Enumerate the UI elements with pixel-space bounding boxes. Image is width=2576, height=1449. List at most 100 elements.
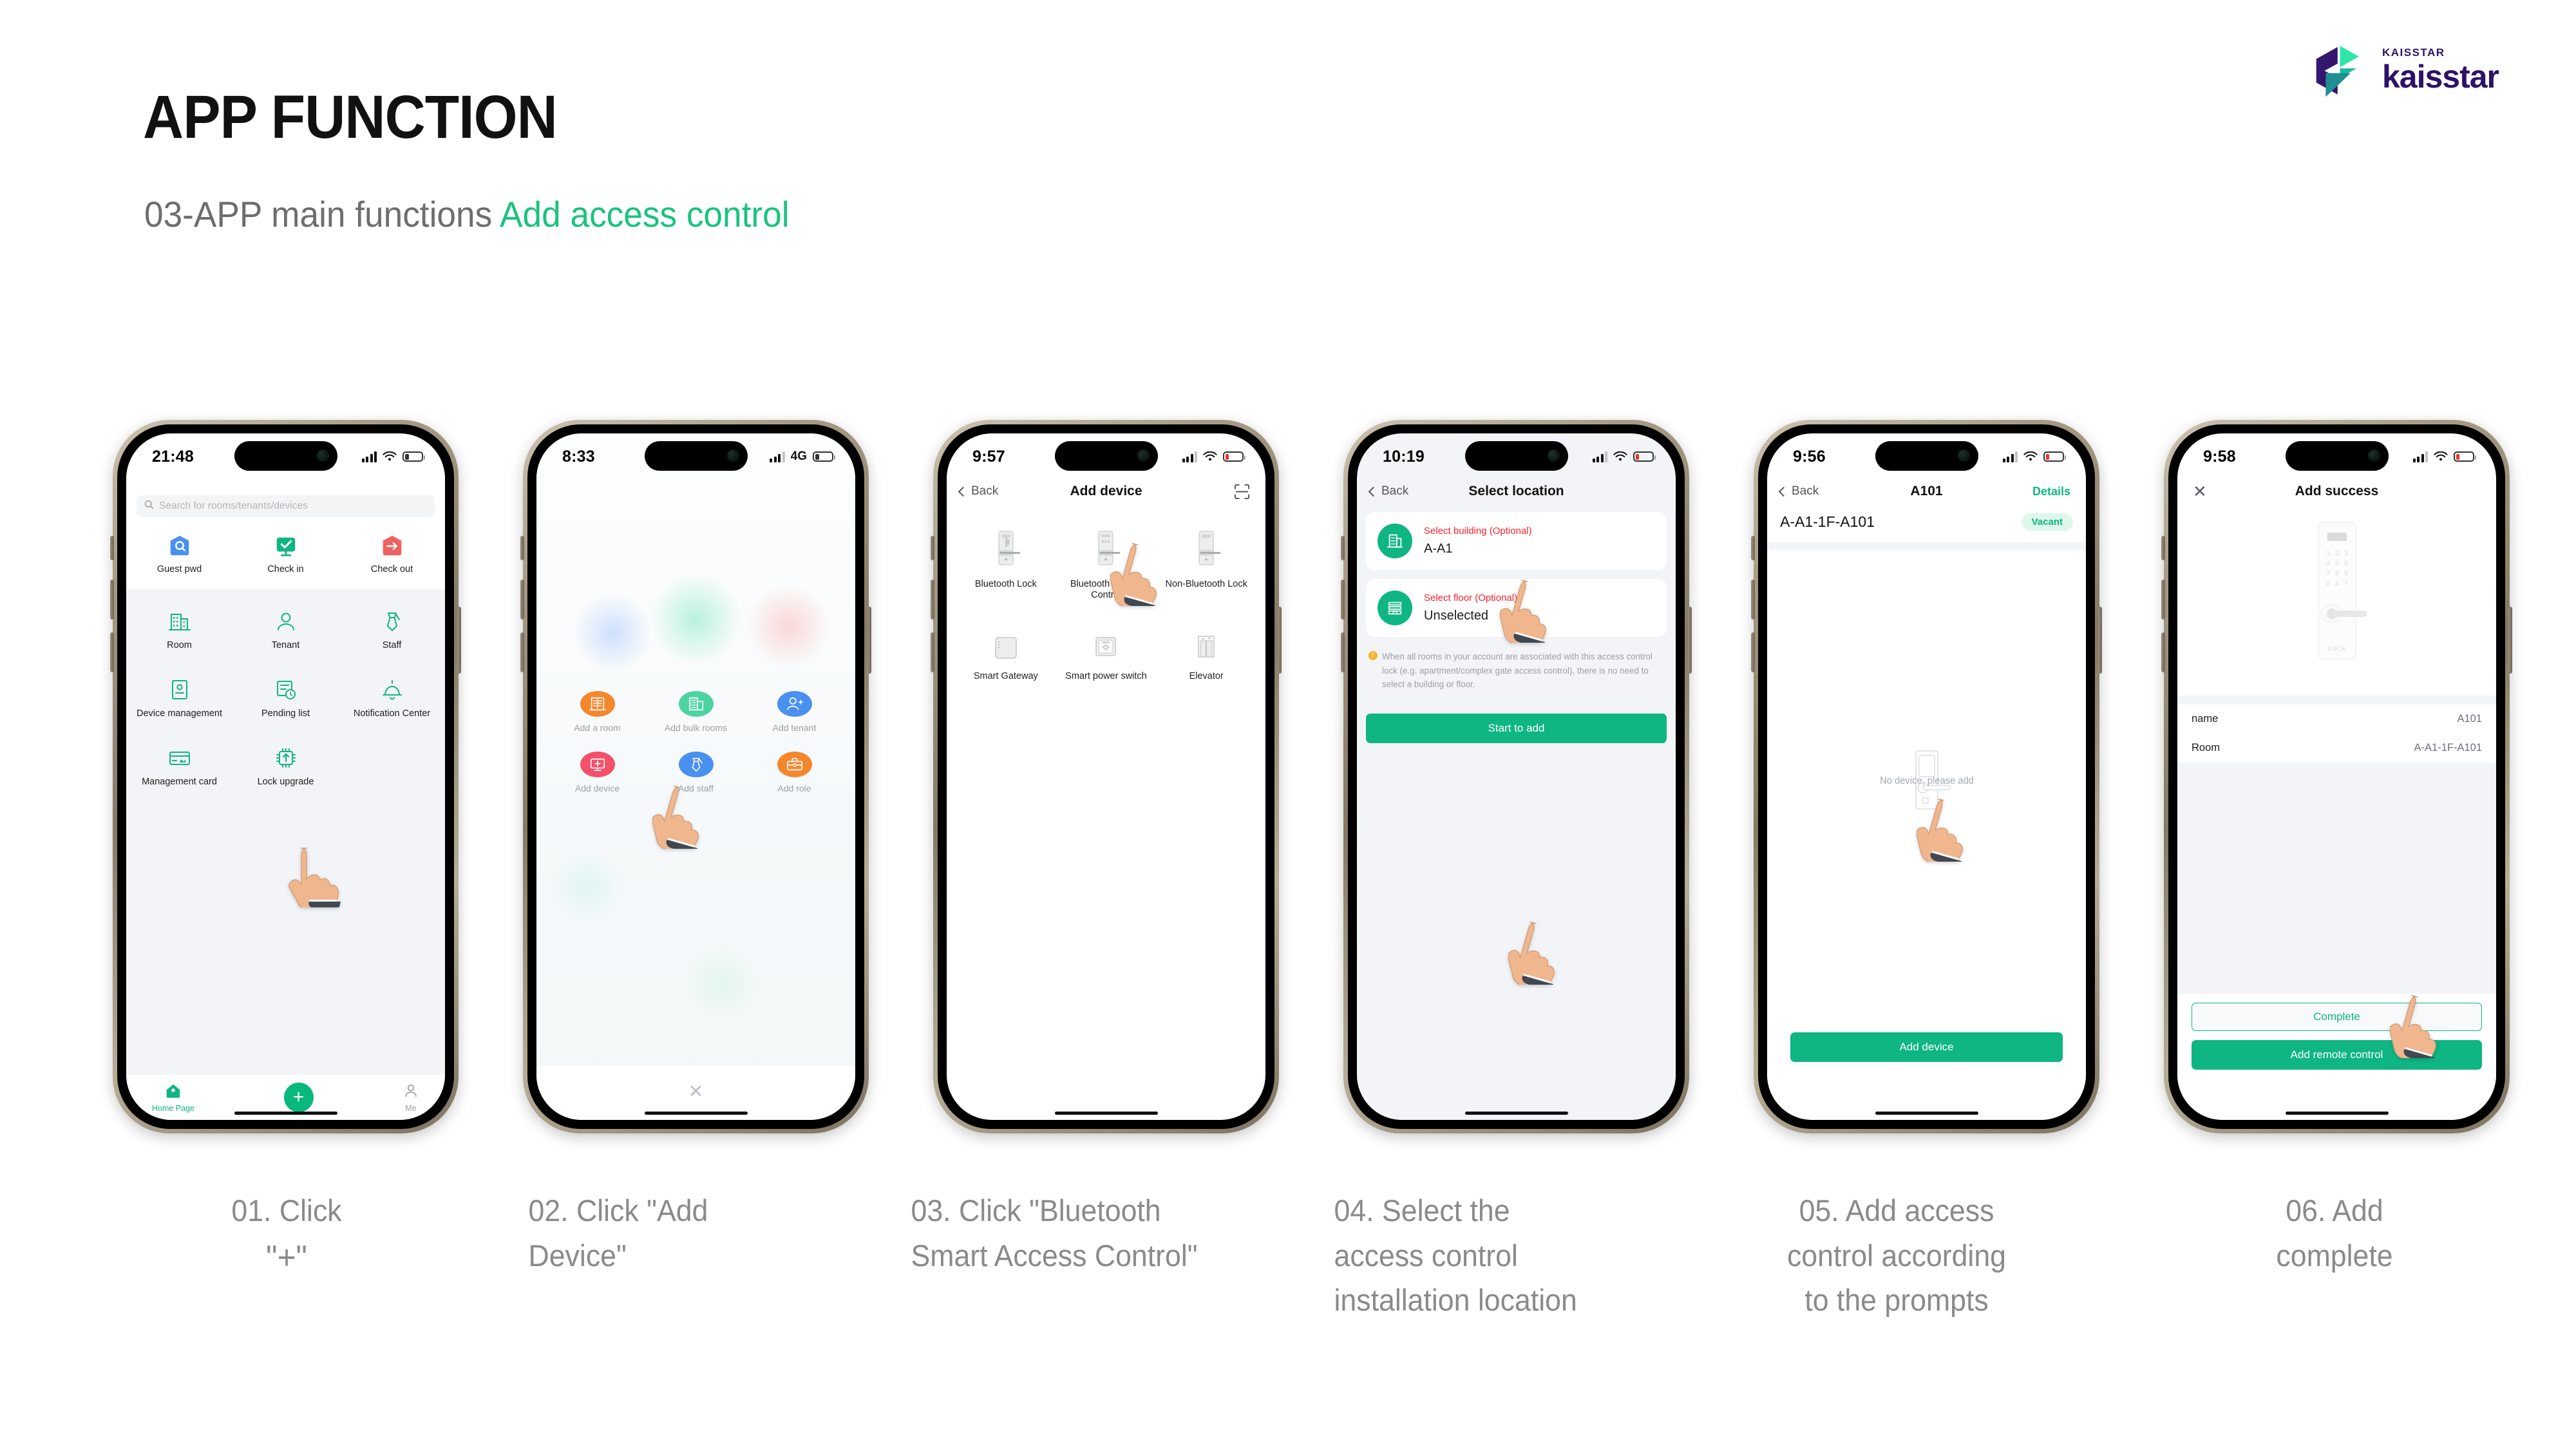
battery-icon (2454, 451, 2476, 462)
dynamic-island (1464, 441, 1568, 471)
battery-icon (402, 451, 425, 462)
svg-text:LOCK: LOCK (2327, 645, 2346, 652)
nav-bar-4: Back Select location (1357, 473, 1676, 503)
info-note: ! When all rooms in your account are ass… (1366, 646, 1667, 692)
add-device-button[interactable]: Add device (1790, 1032, 2063, 1062)
power-button[interactable] (1688, 607, 1692, 674)
volume-down-button[interactable] (520, 632, 524, 672)
select-location-body: Select building (Optional) A-A1 Select f… (1357, 503, 1676, 1086)
device-non-bluetooth-lock[interactable]: Non-Bluetooth Lock (1156, 530, 1256, 601)
volume-down-button[interactable] (2161, 632, 2165, 672)
volume-up-button[interactable] (1751, 580, 1755, 620)
chevron-left-icon (958, 486, 969, 497)
power-button[interactable] (457, 607, 461, 674)
home-icon (165, 1082, 182, 1102)
user-plus-icon (777, 691, 812, 717)
power-button[interactable] (2098, 607, 2102, 674)
add-fab-button[interactable]: + (283, 1083, 314, 1112)
volume-down-button[interactable] (1341, 632, 1345, 672)
back-button[interactable]: Back (958, 484, 998, 498)
close-sheet-bar: ✕ (536, 1066, 855, 1120)
volume-up-button[interactable] (931, 580, 934, 620)
menu-item-device-management[interactable]: Device management (126, 677, 232, 719)
silent-switch[interactable] (520, 536, 524, 560)
caption-line: "+" (266, 1238, 307, 1276)
back-label: Back (1381, 484, 1409, 498)
quick-action-check-in[interactable]: Check in (232, 534, 339, 575)
building-icon (167, 609, 193, 634)
menu-item-staff[interactable]: Staff (339, 609, 445, 651)
volume-down-button[interactable] (1751, 632, 1755, 672)
back-button[interactable]: Back (1368, 484, 1409, 498)
cellular-icon (2412, 451, 2428, 462)
action-add-tenant[interactable]: Add tenant (745, 691, 844, 734)
menu-item-notification-center[interactable]: Notification Center (339, 677, 445, 719)
action-add-bulk-rooms[interactable]: Add bulk rooms (647, 691, 745, 734)
caption-line: 01. Click (231, 1193, 342, 1227)
tab-me[interactable]: Me (402, 1082, 419, 1113)
search-input[interactable]: Search for rooms/tenants/devices (137, 495, 435, 517)
silent-switch[interactable] (1341, 536, 1345, 560)
silent-switch[interactable] (2161, 536, 2165, 560)
add-remote-control-button[interactable]: Add remote control (2192, 1040, 2482, 1070)
silent-switch[interactable] (110, 536, 114, 560)
menu-item-pending-list[interactable]: Pending list (232, 677, 339, 719)
person-icon (402, 1082, 419, 1102)
volume-up-button[interactable] (110, 580, 114, 620)
tab-home-page[interactable]: Home Page (152, 1082, 194, 1113)
select-floor-row[interactable]: Select floor (Optional) Unselected (1366, 579, 1667, 637)
detail-value: A-A1-1F-A101 (2414, 742, 2482, 753)
svg-text:4: 4 (2325, 560, 2329, 567)
power-button[interactable] (1278, 607, 1282, 674)
volume-up-button[interactable] (2161, 580, 2165, 620)
menu-item-tenant[interactable]: Tenant (232, 609, 339, 651)
close-icon[interactable]: ✕ (688, 1083, 703, 1101)
quick-action-label: Check out (370, 564, 413, 574)
volume-down-button[interactable] (931, 632, 934, 672)
menu-item-room[interactable]: Room (126, 609, 232, 651)
device-elevator[interactable]: Elevator (1156, 634, 1256, 682)
quick-action-check-out[interactable]: Check out (339, 534, 445, 575)
close-icon[interactable]: ✕ (2190, 483, 2207, 500)
user-icon (273, 609, 299, 634)
silent-switch[interactable] (931, 536, 934, 560)
caption-line: Smart Access Control" (911, 1238, 1198, 1273)
action-label: Add tenant (772, 723, 817, 733)
volume-down-button[interactable] (110, 632, 114, 672)
menu-item-management-card[interactable]: Management card (126, 745, 232, 788)
menu-item-lock-upgrade[interactable]: Lock upgrade (232, 745, 339, 788)
caption-line: installation location (1334, 1283, 1577, 1318)
svg-text:1: 1 (2325, 549, 2329, 557)
complete-button[interactable]: Complete (2192, 1003, 2482, 1031)
start-to-add-button[interactable]: Start to add (1366, 714, 1667, 744)
action-add-role[interactable]: Add role (745, 751, 844, 794)
quick-action-guest-pwd[interactable]: Guest pwd (126, 534, 232, 575)
device-bluetooth-access-control[interactable]: Bluetooth Access Control (1056, 530, 1157, 601)
action-add-staff[interactable]: Add staff (647, 751, 745, 794)
caption-1: 01. Click "+" (140, 1188, 433, 1283)
action-add-a-room[interactable]: Add a room (548, 691, 647, 734)
scan-icon[interactable] (1234, 484, 1250, 500)
device-bluetooth-lock[interactable]: Bluetooth Lock (956, 530, 1056, 601)
power-button[interactable] (2508, 607, 2512, 674)
volume-up-button[interactable] (520, 580, 524, 620)
device-label: Elevator (1189, 670, 1224, 681)
cellular-icon (1592, 451, 1607, 462)
device-smart-gateway[interactable]: Smart Gateway (956, 634, 1056, 682)
chip-upgrade-icon (273, 745, 299, 771)
silent-switch[interactable] (1751, 536, 1755, 560)
bluetooth-lock-icon (992, 530, 1021, 573)
back-button[interactable]: Back (1778, 484, 1819, 498)
power-button[interactable] (867, 607, 871, 674)
search-placeholder: Search for rooms/tenants/devices (159, 500, 308, 511)
back-label: Back (1792, 484, 1819, 498)
svg-text:#: # (2334, 580, 2339, 588)
volume-up-button[interactable] (1341, 580, 1345, 620)
action-add-device[interactable]: Add device (548, 751, 647, 794)
select-building-row[interactable]: Select building (Optional) A-A1 (1366, 512, 1667, 570)
device-smart-power-switch[interactable]: Smart power switch (1056, 634, 1157, 682)
home-indicator (1875, 1112, 1978, 1115)
details-button[interactable]: Details (2032, 485, 2070, 498)
menu-item-label: Device management (137, 708, 222, 719)
phone-mockup-5: 9:56 Back A101 Details A-A1-1F-A101 Vaca… (1751, 420, 2102, 1133)
